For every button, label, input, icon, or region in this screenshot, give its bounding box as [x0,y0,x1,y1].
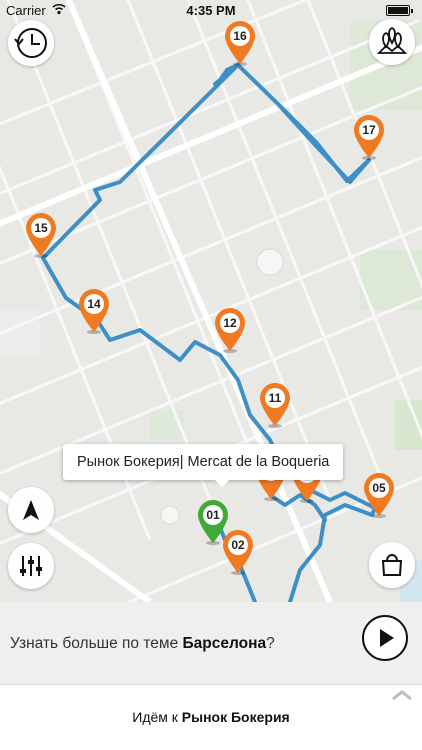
clock-time: 4:35 PM [186,3,236,18]
map-marker[interactable]: 17 [352,114,386,160]
sliders-icon [20,556,42,576]
clock-history-icon [14,28,47,58]
map-view[interactable]: 16 17 15 14 12 11 05 01 02 Рынок Бокерия… [0,0,422,602]
map-pin-icon [354,115,384,160]
topic-prefix: Узнать больше по теме [10,635,183,652]
map-marker-label: 11 [268,391,282,405]
map-pin-icon [364,473,394,518]
topic-prompt[interactable]: Узнать больше по теме Барселона? [10,635,275,653]
history-button[interactable] [8,20,54,66]
map-marker[interactable]: 12 [213,307,247,353]
map-pin-icon [225,21,255,66]
status-bar: Carrier 4:35 PM [0,0,422,22]
map-marker[interactable]: 15 [24,212,58,258]
map-marker-label: 17 [362,123,376,137]
map-marker-label: 12 [223,316,237,330]
play-icon [380,629,394,647]
navigation-text: Идём к Рынок Бокерия [0,709,422,725]
shop-button[interactable] [369,542,415,588]
map-marker-label: 05 [372,481,386,495]
map-marker-label: 01 [206,508,220,522]
navigation-prefix: Идём к [132,709,182,725]
map-pins-icon [376,26,408,54]
map-marker[interactable]: 05 [362,472,396,518]
places-button[interactable] [369,19,415,65]
map-pin-icon [26,213,56,258]
topic-name[interactable]: Барселона [183,635,267,652]
map-pin-icon [215,308,245,353]
map-marker[interactable]: 14 [77,288,111,334]
shopping-bag-icon [381,554,403,576]
chevron-up-icon[interactable] [390,689,414,701]
battery-icon [386,5,413,16]
topic-suffix: ? [266,635,275,652]
map-pin-icon [223,530,253,575]
play-button[interactable] [362,615,408,661]
map-marker-label: 02 [231,538,245,552]
map-marker-label: 16 [233,29,247,43]
map-marker-label: 14 [87,297,101,311]
locate-button[interactable] [8,487,54,533]
map-marker[interactable]: 11 [258,382,292,428]
map-marker[interactable]: 02 [221,529,255,575]
map-marker-label: 15 [34,221,48,235]
navigation-destination: Рынок Бокерия [181,709,290,725]
map-pin-icon [79,289,109,334]
place-callout[interactable]: Рынок Бокерия| Mercat de la Boqueria [63,444,344,487]
navigation-arrow-icon [23,500,39,520]
topic-info-bar[interactable]: Узнать больше по теме Барселона? [0,602,422,684]
navigation-bar[interactable]: Идём к Рынок Бокерия [0,684,422,750]
map-pin-icon [260,383,290,428]
filter-button[interactable] [8,543,54,589]
map-marker[interactable]: 16 [223,20,257,66]
